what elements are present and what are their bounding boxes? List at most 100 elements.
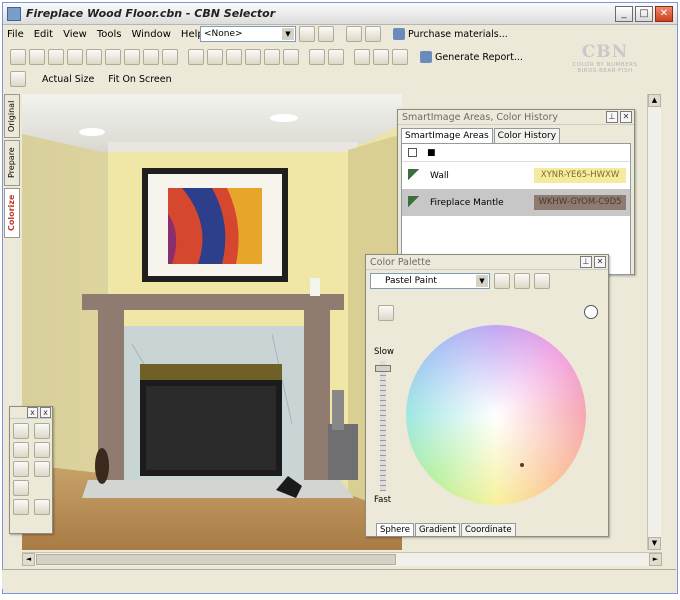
hand-icon[interactable] (10, 71, 26, 87)
brand-logo: CBN COLOR BY NUMBERS BIRDS·BEAR·FISH (560, 42, 650, 74)
scroll-right-button[interactable]: ► (649, 553, 662, 566)
tab-smartimage-areas[interactable]: SmartImage Areas (401, 128, 493, 143)
tab-original[interactable]: Original (4, 94, 20, 138)
scroll-left-button[interactable]: ◄ (22, 553, 35, 566)
pointer-icon[interactable] (13, 461, 29, 477)
palette-pin-button[interactable]: ⊥ (580, 256, 592, 268)
brush-icon[interactable] (226, 49, 242, 65)
area-color-swatch[interactable]: WKHW-GYOM-C9D5 (534, 195, 626, 210)
color-wheel-shade (406, 325, 586, 505)
zoom-in-icon[interactable] (13, 499, 29, 515)
swatch-icon[interactable] (245, 49, 261, 65)
smartimage-close-button[interactable]: ✕ (620, 111, 632, 123)
compare-icon[interactable] (354, 49, 370, 65)
image-icon[interactable] (309, 49, 325, 65)
purchase-materials-button[interactable]: Purchase materials... (393, 28, 508, 40)
minimize-button[interactable]: _ (615, 6, 633, 22)
area-name: Wall (430, 170, 449, 181)
brand-name: CBN (581, 42, 629, 62)
zoom-out-icon[interactable] (34, 499, 50, 515)
zoom-palette-icon[interactable] (378, 305, 394, 321)
area-name: Fireplace Mantle (430, 197, 504, 208)
vertical-scrollbar[interactable]: ▲ ▼ (647, 94, 661, 550)
color-wheel-icon[interactable] (207, 49, 223, 65)
rect-select-icon[interactable] (13, 423, 29, 439)
copy-icon[interactable] (86, 49, 102, 65)
zoom-area-icon[interactable] (299, 26, 315, 42)
color-wheel-marker[interactable] (520, 463, 524, 467)
wand-icon[interactable] (34, 461, 50, 477)
refresh-circle-icon[interactable] (584, 305, 598, 319)
actual-size-button[interactable]: Actual Size (42, 74, 94, 85)
globe-icon[interactable] (494, 273, 510, 289)
menu-view[interactable]: View (62, 29, 88, 40)
tool-palette-close-button[interactable]: x (40, 407, 51, 418)
open-icon[interactable] (29, 49, 45, 65)
maximize-button[interactable]: □ (635, 6, 653, 22)
tab-gradient[interactable]: Gradient (414, 523, 460, 536)
tab-coordinate[interactable]: Coordinate (460, 523, 516, 536)
title-bar[interactable]: Fireplace Wood Floor.cbn - CBN Selector … (3, 3, 677, 25)
area-row-wall[interactable]: Wall XYNR-YE65-HWXW (402, 162, 630, 189)
slider-top-label: Slow (374, 347, 394, 357)
eraser-icon[interactable] (34, 442, 50, 458)
palette-icon[interactable] (188, 49, 204, 65)
menu-tools[interactable]: Tools (96, 29, 123, 40)
palette-close-button[interactable]: ✕ (594, 256, 606, 268)
scroll-thumb[interactable] (36, 554, 396, 565)
tab-prepare[interactable]: Prepare (4, 140, 20, 186)
paste-icon[interactable] (105, 49, 121, 65)
image-canvas[interactable] (22, 94, 402, 550)
smartimage-pin-button[interactable]: ⊥ (606, 111, 618, 123)
area-color-swatch[interactable]: XYNR-YE65-HWXW (534, 168, 626, 183)
menu-window[interactable]: Window (130, 29, 171, 40)
area-row-fireplace-mantle[interactable]: Fireplace Mantle WKHW-GYOM-C9D5 (402, 189, 630, 216)
new-icon[interactable] (10, 49, 26, 65)
pan-icon[interactable] (13, 480, 29, 496)
eyedropper-icon[interactable] (283, 49, 299, 65)
check-area-icon[interactable] (318, 26, 334, 42)
tab-colorize[interactable]: Colorize (4, 188, 20, 238)
cut-icon[interactable] (346, 26, 362, 42)
save-icon[interactable] (48, 49, 64, 65)
generate-report-button[interactable]: Generate Report... (420, 51, 523, 63)
close-button[interactable]: ✕ (655, 6, 673, 22)
tab-color-history[interactable]: Color History (493, 128, 561, 143)
paint-icon[interactable] (365, 26, 381, 42)
select-all-checkbox[interactable] (408, 148, 417, 157)
layers-icon[interactable] (392, 49, 408, 65)
fill-icon[interactable] (264, 49, 280, 65)
grid-icon[interactable] (162, 49, 178, 65)
report-icon (420, 51, 432, 63)
tool-palette-pin-button[interactable]: x (27, 407, 38, 418)
fit-on-screen-button[interactable]: Fit On Screen (108, 74, 171, 85)
menu-file[interactable]: File (6, 29, 25, 40)
ellipse-select-icon[interactable] (34, 423, 50, 439)
tab-sphere[interactable]: Sphere (376, 523, 414, 536)
chart-icon[interactable] (328, 49, 344, 65)
smartimage-panel: SmartImage Areas, Color History ⊥ ✕ Smar… (397, 109, 635, 275)
menu-edit[interactable]: Edit (33, 29, 54, 40)
speed-slider[interactable] (380, 361, 386, 491)
brush-icon (408, 168, 422, 183)
print-icon[interactable] (67, 49, 83, 65)
speed-slider-handle[interactable] (375, 365, 391, 372)
refresh-icon[interactable] (373, 49, 389, 65)
scroll-up-button[interactable]: ▲ (648, 94, 661, 107)
brand-line2: BIRDS·BEAR·FISH (577, 68, 633, 74)
area-combo[interactable]: <None> (200, 26, 296, 42)
lock-icon: ■ (427, 147, 436, 158)
status-bar (2, 569, 676, 589)
sparkle-icon[interactable] (534, 273, 550, 289)
menu-bar: File Edit View Tools Window Help (6, 25, 205, 43)
undo-icon[interactable] (124, 49, 140, 65)
search-color-icon[interactable] (514, 273, 530, 289)
horizontal-scrollbar[interactable]: ◄ ► (22, 552, 662, 566)
tool-palette: x x (9, 406, 53, 534)
brush-icon (408, 195, 422, 210)
paint-bucket-icon[interactable] (143, 49, 159, 65)
palette-select[interactable]: Pastel Paint (370, 273, 490, 289)
scroll-down-button[interactable]: ▼ (648, 537, 661, 550)
poly-select-icon[interactable] (13, 442, 29, 458)
smartimage-panel-title: SmartImage Areas, Color History (402, 112, 558, 123)
